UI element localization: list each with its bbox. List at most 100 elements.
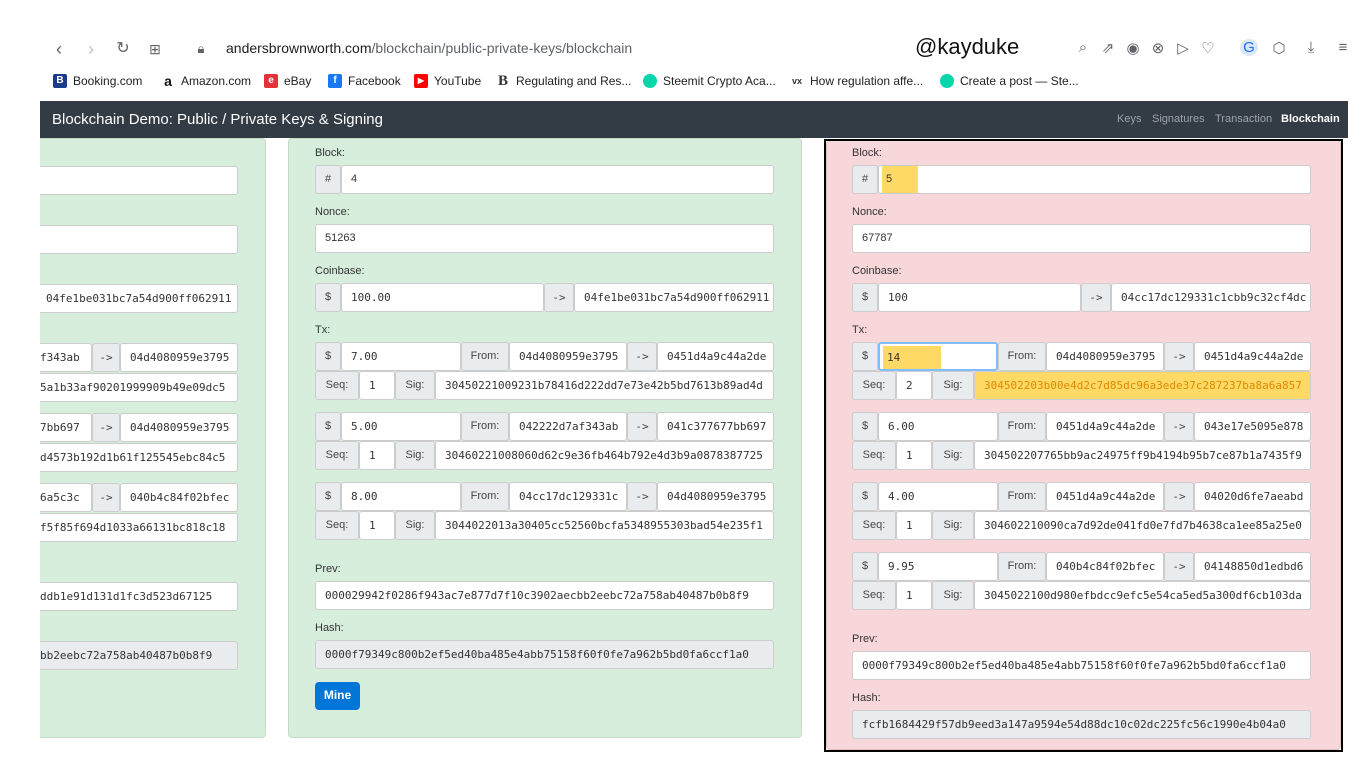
tx-amount-field[interactable]: 8.00: [341, 482, 461, 511]
apps-grid-icon[interactable]: ⊞: [144, 38, 166, 60]
tx-seq-field[interactable]: 1: [359, 511, 395, 540]
seq-label: Seq:: [315, 511, 359, 540]
tx-sig-field[interactable]: 3044022013a30405cc52560bcfa5348955303bad…: [435, 511, 774, 540]
nonce-label: Nonce:: [315, 206, 350, 218]
tx-from-field[interactable]: 6a5c3c: [40, 483, 92, 512]
tx-sig-field[interactable]: f5f85f694d1033a66131bc818c18: [40, 513, 238, 542]
dollar-icon: $: [315, 342, 341, 371]
bookmark-label: How regulation affe...: [810, 74, 924, 88]
booking-icon: B: [53, 74, 67, 88]
block-icon[interactable]: ⊗: [1149, 39, 1167, 57]
steemit-icon: [643, 74, 657, 88]
tx-to-field[interactable]: 04d4080959e3795: [657, 482, 774, 511]
tx-amount-field[interactable]: 5.00: [341, 412, 461, 441]
hash-field: 0000f79349c800b2ef5ed40ba485e4abb75158f6…: [315, 640, 774, 669]
tx-to-field[interactable]: 040b4c84f02bfec: [120, 483, 238, 512]
arrow-icon: ->: [627, 482, 657, 511]
prev-label: Prev:: [315, 563, 341, 575]
tx-seq-field[interactable]: 1: [359, 441, 395, 470]
facebook-icon: f: [328, 74, 342, 88]
url-path: /blockchain/public-private-keys/blockcha…: [371, 40, 633, 56]
hash-label: Hash:: [315, 622, 344, 634]
coinbase-to-field[interactable]: 04fe1be031bc7a54d900ff062911: [40, 284, 238, 313]
tx-to-field[interactable]: 04d4080959e3795: [120, 413, 238, 442]
lock-icon: 🔒︎: [197, 41, 205, 56]
arrow-icon: ->: [92, 483, 120, 512]
bookmark-label: YouTube: [434, 74, 482, 88]
tx-sig-field[interactable]: 30450221009231b78416d222dd7e73e42b5bd761…: [435, 371, 774, 400]
mine-button[interactable]: Mine: [315, 682, 360, 710]
nav-blockchain[interactable]: Blockchain: [1281, 113, 1340, 125]
seq-label: Seq:: [315, 441, 359, 470]
nav-signatures[interactable]: Signatures: [1152, 113, 1205, 125]
ebay-icon: e: [264, 74, 278, 88]
arrow-icon: ->: [92, 343, 120, 372]
nonce-field[interactable]: 51263: [315, 224, 774, 253]
download-icon[interactable]: ⤓: [1302, 39, 1320, 56]
tx-seq-field[interactable]: 1: [359, 371, 395, 400]
arrow-icon: ->: [627, 342, 657, 371]
address-bar[interactable]: andersbrownworth.com/blockchain/public-p…: [226, 40, 632, 56]
tx-to-field[interactable]: 041c377677bb697: [657, 412, 774, 441]
app-title[interactable]: Blockchain Demo: Public / Private Keys &…: [52, 111, 383, 128]
coinbase-label: Coinbase:: [315, 265, 365, 277]
arrow-icon: ->: [92, 413, 120, 442]
heart-icon[interactable]: ♡: [1199, 39, 1217, 57]
block-card-4: Block: # 4 Nonce: 51263 Coinbase: $ 100.…: [288, 138, 802, 738]
bookmark-label: Create a post — Ste...: [960, 74, 1079, 88]
tx-sig-field[interactable]: 30460221008060d62c9e36fb464b792e4d3b9a08…: [435, 441, 774, 470]
tx-sig-field[interactable]: d4573b192d1b61f125545ebc84c5: [40, 443, 238, 472]
bookmark-regulating[interactable]: B Regulating and Res...: [496, 74, 632, 89]
dollar-icon: $: [315, 412, 341, 441]
from-label: From:: [461, 412, 509, 441]
tx-from-field[interactable]: 7bb697: [40, 413, 92, 442]
prev-field[interactable]: 000029942f0286f943ac7e877d7f10c3902aecbb…: [315, 581, 774, 610]
block-label: Block:: [315, 147, 345, 159]
browser-toolbar: ‹ › ↻ ⊞ 🔒︎ andersbrownworth.com/blockcha…: [0, 30, 1366, 70]
coinbase-to-field[interactable]: 04fe1be031bc7a54d900ff062911: [574, 283, 774, 312]
tx-from-field[interactable]: f343ab: [40, 343, 92, 372]
back-icon[interactable]: ‹: [48, 38, 70, 60]
extensions-icon[interactable]: ⬡: [1270, 39, 1288, 57]
sig-label: Sig:: [395, 371, 435, 400]
bookmark-vox[interactable]: vx How regulation affe...: [790, 74, 923, 88]
search-icon[interactable]: ⌕: [1074, 39, 1092, 56]
block-number-field[interactable]: [40, 166, 238, 195]
camera-icon[interactable]: ◉: [1124, 39, 1142, 57]
bookmark-label: Booking.com: [73, 74, 143, 88]
reload-icon[interactable]: ↻: [112, 38, 134, 60]
menu-icon[interactable]: ≡: [1334, 39, 1352, 56]
tx-sig-field[interactable]: 5a1b33af90201999909b49e09dc5: [40, 373, 238, 402]
tx-to-field[interactable]: 04d4080959e3795: [120, 343, 238, 372]
tx-label: Tx:: [315, 324, 331, 336]
bookmark-youtube[interactable]: ▶ YouTube: [414, 74, 481, 88]
forward-icon[interactable]: ›: [80, 38, 102, 60]
tx-to-field[interactable]: 0451d4a9c44a2de: [657, 342, 774, 371]
bookmarks-bar: B Booking.com a Amazon.com e eBay f Facebook…: [0, 72, 1366, 94]
amazon-icon: a: [164, 73, 172, 89]
bookmark-create-post[interactable]: Create a post — Ste...: [940, 74, 1079, 88]
bookmark-amazon[interactable]: a Amazon.com: [161, 74, 251, 88]
prev-field[interactable]: ddb1e91d131d1fc3d523d67125: [40, 582, 238, 611]
block-number-field[interactable]: 4: [341, 165, 774, 194]
bookmark-label: Facebook: [348, 74, 401, 88]
bookmark-booking[interactable]: B Booking.com: [53, 74, 142, 88]
send-icon[interactable]: ▷: [1174, 39, 1192, 57]
nonce-field[interactable]: [40, 225, 238, 254]
vox-icon: vx: [791, 76, 802, 86]
bookmark-ebay[interactable]: e eBay: [264, 74, 311, 88]
coinbase-amount-field[interactable]: 100.00: [341, 283, 544, 312]
translate-icon[interactable]: G: [1240, 39, 1258, 56]
watermark-text: @kayduke: [915, 34, 1020, 59]
tx-amount-field[interactable]: 7.00: [341, 342, 461, 371]
tx-from-field[interactable]: 042222d7af343ab: [509, 412, 627, 441]
tx-from-field[interactable]: 04cc17dc129331c: [509, 482, 627, 511]
bookmark-steemit[interactable]: Steemit Crypto Aca...: [643, 74, 776, 88]
bookmark-label: Regulating and Res...: [516, 74, 632, 88]
block-card-partial: 04fe1be031bc7a54d900ff062911 f343ab -> 0…: [40, 138, 266, 738]
nav-transaction[interactable]: Transaction: [1215, 113, 1272, 125]
share-icon[interactable]: ⇗: [1099, 39, 1117, 57]
tx-from-field[interactable]: 04d4080959e3795: [509, 342, 627, 371]
bookmark-facebook[interactable]: f Facebook: [328, 74, 401, 88]
nav-keys[interactable]: Keys: [1117, 113, 1141, 125]
